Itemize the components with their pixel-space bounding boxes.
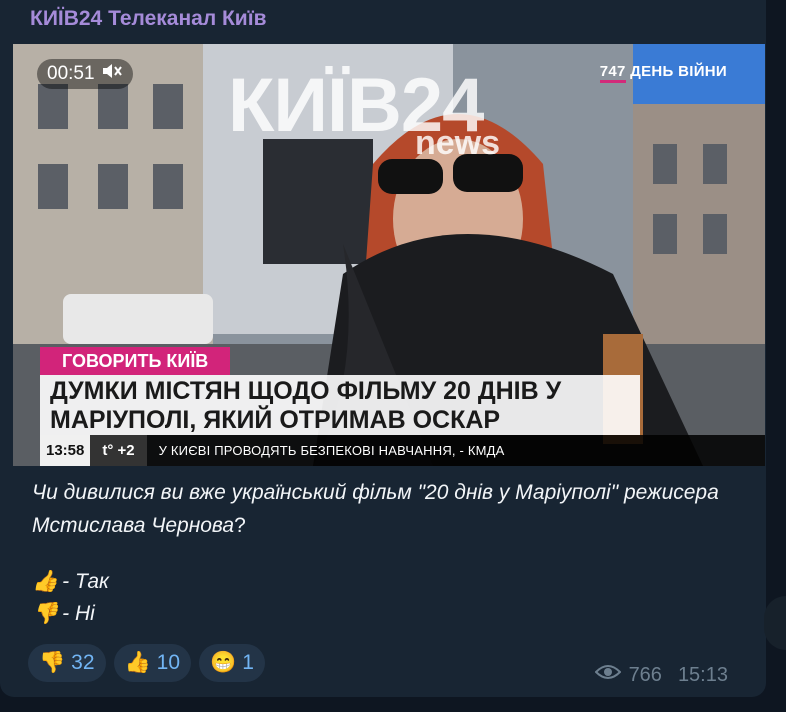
reactions-bar: 👎 32 👍 10 😁 1 bbox=[28, 644, 265, 682]
view-count: 766 bbox=[628, 663, 662, 686]
reaction-count: 10 bbox=[156, 651, 181, 674]
channel-title[interactable]: КИЇВ24 Телеканал Київ bbox=[30, 7, 267, 31]
war-day-counter: 747 ДЕНЬ ВІЙНИ bbox=[599, 63, 727, 83]
poll-option-label: - Ні bbox=[62, 602, 95, 625]
channel-logo-sub: news bbox=[415, 124, 501, 162]
muted-icon[interactable] bbox=[101, 61, 123, 87]
post-caption: Чи дивилися ви вже український фільм "20… bbox=[32, 476, 752, 542]
poll-option-no: 👎 - Ні bbox=[32, 602, 95, 626]
poll-option-yes: 👍 - Так bbox=[32, 570, 109, 594]
thumbs-down-icon: 👎 bbox=[32, 602, 59, 625]
segment-tag: ГОВОРИТЬ КИЇВ bbox=[40, 347, 231, 375]
reaction-grin[interactable]: 😁 1 bbox=[199, 644, 265, 682]
video-time-badge[interactable]: 00:51 bbox=[37, 59, 133, 89]
video-time: 00:51 bbox=[47, 63, 95, 84]
war-day-number: 747 bbox=[599, 63, 626, 83]
thumbs-up-icon: 👍 bbox=[124, 651, 151, 674]
news-headline: ДУМКИ МІСТЯН ЩОДО ФІЛЬМУ 20 ДНІВ У МАРІУ… bbox=[40, 375, 640, 435]
caption-mark: ? bbox=[234, 514, 246, 537]
eye-icon bbox=[594, 663, 621, 687]
message-meta: 766 15:13 bbox=[594, 663, 728, 687]
reaction-thumbs-down[interactable]: 👎 32 bbox=[28, 644, 106, 682]
news-ticker: 13:58 t° +2 У КИЄВІ ПРОВОДЯТЬ БЕЗПЕКОВІ … bbox=[40, 435, 765, 466]
forward-button[interactable] bbox=[764, 596, 786, 650]
reaction-count: 32 bbox=[71, 651, 95, 674]
ticker-crawl: У КИЄВІ ПРОВОДЯТЬ БЕЗПЕКОВІ НАВЧАННЯ, - … bbox=[158, 443, 505, 458]
thumbs-up-icon: 👍 bbox=[32, 570, 59, 593]
war-day-label: ДЕНЬ ВІЙНИ bbox=[630, 63, 727, 80]
reaction-count: 1 bbox=[242, 651, 254, 674]
message-bubble: КИЇВ24 Телеканал Київ КИЇВ24 news 00:51 … bbox=[0, 0, 766, 697]
grin-icon: 😁 bbox=[210, 651, 237, 674]
poll-option-label: - Так bbox=[62, 570, 109, 593]
headline-line-1: ДУМКИ МІСТЯН ЩОДО ФІЛЬМУ 20 ДНІВ У bbox=[50, 377, 562, 405]
ticker-clock: 13:58 bbox=[40, 435, 91, 466]
ticker-temperature: t° +2 bbox=[90, 435, 147, 466]
caption-text: Чи дивилися ви вже український фільм "20… bbox=[32, 481, 719, 537]
thumbs-down-icon: 👎 bbox=[39, 651, 66, 674]
headline-line-2: МАРІУПОЛІ, ЯКИЙ ОТРИМАВ ОСКАР bbox=[50, 406, 501, 434]
video-player[interactable]: КИЇВ24 news 00:51 747 ДЕНЬ ВІЙНИ ГОВОРИТ… bbox=[13, 44, 765, 466]
message-time: 15:13 bbox=[677, 663, 728, 686]
reaction-thumbs-up[interactable]: 👍 10 bbox=[113, 644, 192, 682]
